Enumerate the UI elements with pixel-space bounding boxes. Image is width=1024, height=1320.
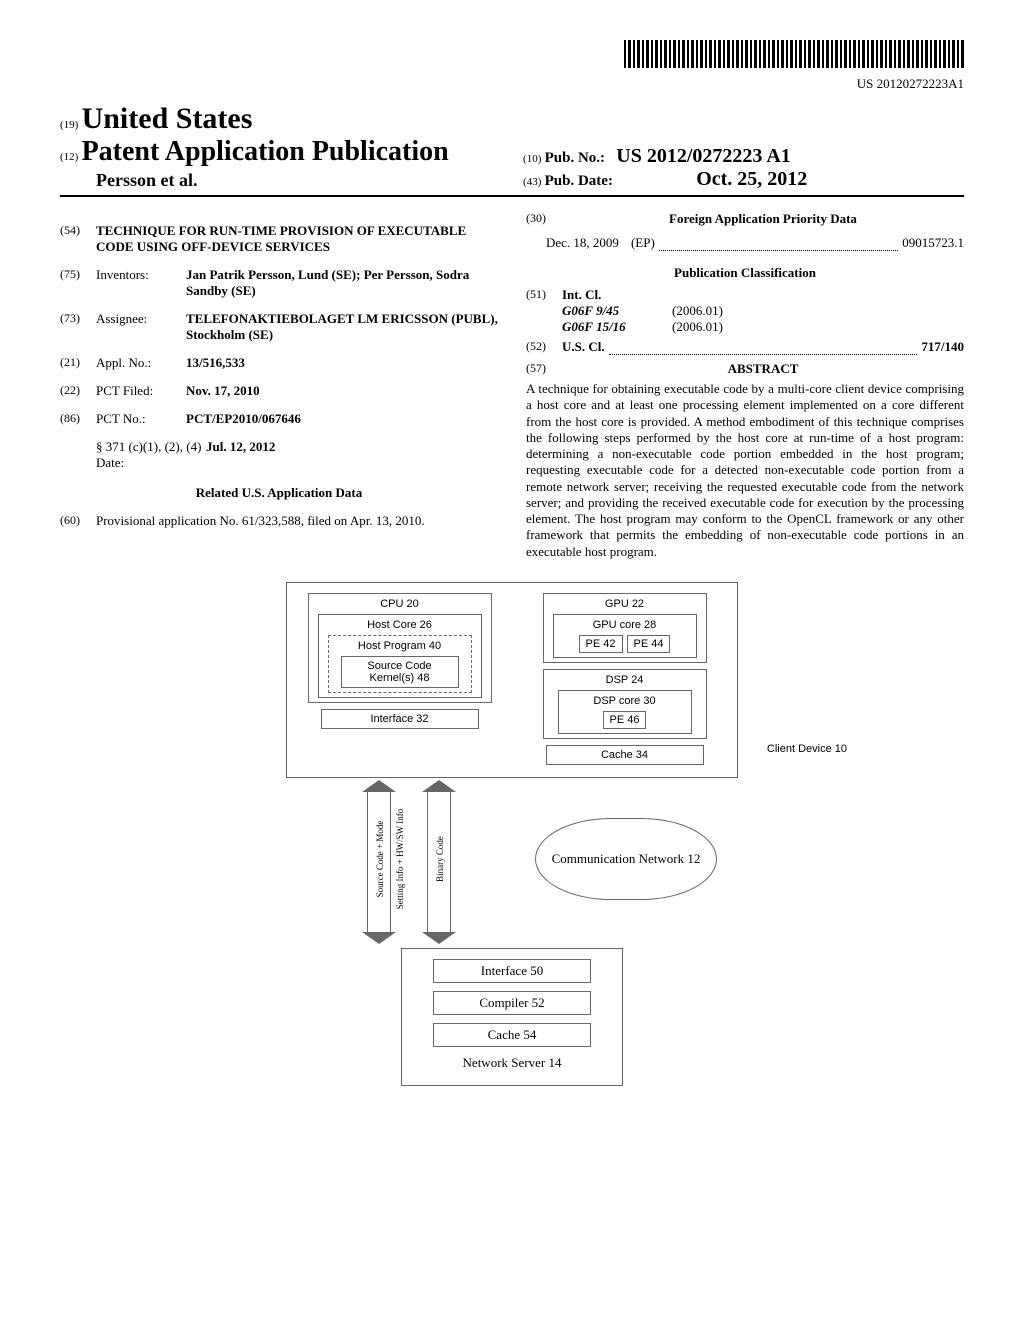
arrow-source-info: Source Code + Mode Setting Info + HW/SW … <box>367 792 391 932</box>
intcl-label: Int. Cl. <box>562 287 964 303</box>
inid-22: (22) <box>60 383 96 398</box>
dsp-core-label: DSP core 30 <box>593 695 655 707</box>
dsp-box: DSP 24 DSP core 30 PE 46 <box>543 669 707 739</box>
network-server-label: Network Server 14 <box>463 1055 562 1071</box>
pe-42-box: PE 42 <box>579 635 623 653</box>
applicant-name: Persson et al. <box>60 170 523 191</box>
provisional-text: Provisional application No. 61/323,588, … <box>96 513 498 529</box>
host-core-box: Host Core 26 Host Program 40 Source Code… <box>318 614 482 698</box>
gpu-core-label: GPU core 28 <box>593 619 657 631</box>
inventors-label: Inventors: <box>96 267 186 283</box>
publication-number: US 2012/0272223 A1 <box>616 145 790 167</box>
country: United States <box>82 102 253 135</box>
invention-title: TECHNIQUE FOR RUN-TIME PROVISION OF EXEC… <box>96 223 498 255</box>
barcode-area <box>60 40 964 72</box>
gpu-box: GPU 22 GPU core 28 PE 42 PE 44 <box>543 593 707 663</box>
dsp-core-box: DSP core 30 PE 46 <box>558 690 692 734</box>
foreign-date: Dec. 18, 2009 <box>546 235 619 251</box>
source-kernel-box: Source Code Kernel(s) 48 <box>341 656 459 688</box>
uscl-label: U.S. Cl. <box>562 339 605 355</box>
network-server-box: Interface 50 Compiler 52 Cache 54 Networ… <box>401 948 623 1086</box>
abstract-text: A technique for obtaining executable cod… <box>526 381 964 560</box>
network-area: Source Code + Mode Setting Info + HW/SW … <box>297 778 727 948</box>
doc-number-under-barcode: US 20120272223A1 <box>60 76 964 92</box>
cache-54-box: Cache 54 <box>433 1023 591 1047</box>
applno-value: 13/516,533 <box>186 355 498 371</box>
inid-57: (57) <box>526 361 562 376</box>
cpu-box: CPU 20 Host Core 26 Host Program 40 Sour… <box>308 593 492 703</box>
inid-43: (43) <box>523 176 541 188</box>
client-device-box: CPU 20 Host Core 26 Host Program 40 Sour… <box>286 582 738 778</box>
header-block: (19) United States (12) Patent Applicati… <box>60 102 964 197</box>
pctno-value: PCT/EP2010/067646 <box>186 411 498 427</box>
arrow1-label-a: Source Code + Mode <box>375 799 385 919</box>
intcl-1: G06F 9/45 <box>562 303 672 319</box>
compiler-52-box: Compiler 52 <box>433 991 591 1015</box>
pubdate-label: Pub. Date: <box>545 173 613 189</box>
cache-34-box: Cache 34 <box>546 745 704 765</box>
gpu-core-box: GPU core 28 PE 42 PE 44 <box>553 614 697 658</box>
applno-label: Appl. No.: <box>96 355 186 371</box>
interface-50-box: Interface 50 <box>433 959 591 983</box>
assignee-value: TELEFONAKTIEBOLAGET LM ERICSSON (PUBL), … <box>186 311 498 343</box>
left-column: (54) TECHNIQUE FOR RUN-TIME PROVISION OF… <box>60 211 498 560</box>
pe-46-box: PE 46 <box>603 711 647 729</box>
foreign-priority-heading: Foreign Application Priority Data <box>562 211 964 227</box>
gpu-label: GPU 22 <box>605 598 644 610</box>
arrow-binary-code: Binary Code <box>427 792 451 932</box>
inid-86: (86) <box>60 411 96 426</box>
intcl-2-version: (2006.01) <box>672 319 723 335</box>
arrow2-label: Binary Code <box>435 809 445 909</box>
cpu-label: CPU 20 <box>380 598 419 610</box>
inid-19: (19) <box>60 119 78 131</box>
publication-type: Patent Application Publication <box>82 136 449 167</box>
intcl-1-version: (2006.01) <box>672 303 723 319</box>
intcl-2: G06F 15/16 <box>562 319 672 335</box>
pctfiled-label: PCT Filed: <box>96 383 186 399</box>
pe-44-box: PE 44 <box>627 635 671 653</box>
foreign-country: (EP) <box>631 235 655 251</box>
inid-12: (12) <box>60 151 78 163</box>
dsp-label: DSP 24 <box>606 674 644 686</box>
inid-10: (10) <box>523 153 541 165</box>
dots-line-2 <box>609 344 918 355</box>
dots-line <box>659 240 898 251</box>
assignee-label: Assignee: <box>96 311 186 327</box>
host-program-box: Host Program 40 Source Code Kernel(s) 48 <box>328 635 472 693</box>
inid-75: (75) <box>60 267 96 282</box>
uscl-value: 717/140 <box>921 339 964 355</box>
inid-30: (30) <box>526 211 562 226</box>
s371-label: § 371 (c)(1), (2), (4) Date: <box>96 439 206 471</box>
pctfiled-value: Nov. 17, 2010 <box>186 383 498 399</box>
inventors-value: Jan Patrik Persson, Lund (SE); Per Perss… <box>186 267 498 299</box>
pubno-label: Pub. No.: <box>545 150 605 166</box>
related-data-heading: Related U.S. Application Data <box>60 485 498 501</box>
inid-73: (73) <box>60 311 96 326</box>
host-program-label: Host Program 40 <box>358 640 441 652</box>
body-columns: (54) TECHNIQUE FOR RUN-TIME PROVISION OF… <box>60 211 964 560</box>
publication-date: Oct. 25, 2012 <box>696 168 807 190</box>
host-core-label: Host Core 26 <box>367 619 432 631</box>
arrow1-label-b: Setting Info + HW/SW Info <box>395 799 405 919</box>
foreign-appl-number: 09015723.1 <box>902 235 964 251</box>
client-device-label: Client Device 10 <box>767 743 847 755</box>
inid-21: (21) <box>60 355 96 370</box>
cloud-label: Communication Network 12 <box>552 851 701 867</box>
inid-52: (52) <box>526 339 562 354</box>
pctno-label: PCT No.: <box>96 411 186 427</box>
interface-32-box: Interface 32 <box>321 709 479 729</box>
figure-wrap: CPU 20 Host Core 26 Host Program 40 Sour… <box>60 582 964 1086</box>
inid-60: (60) <box>60 513 96 528</box>
pub-classification-heading: Publication Classification <box>526 265 964 281</box>
inid-54: (54) <box>60 223 96 238</box>
cloud-communication-network: Communication Network 12 <box>535 818 717 900</box>
s371-date: Jul. 12, 2012 <box>206 439 498 455</box>
abstract-heading: ABSTRACT <box>562 361 964 377</box>
right-column: (30) Foreign Application Priority Data D… <box>526 211 964 560</box>
barcode <box>624 40 964 68</box>
inid-51: (51) <box>526 287 562 302</box>
